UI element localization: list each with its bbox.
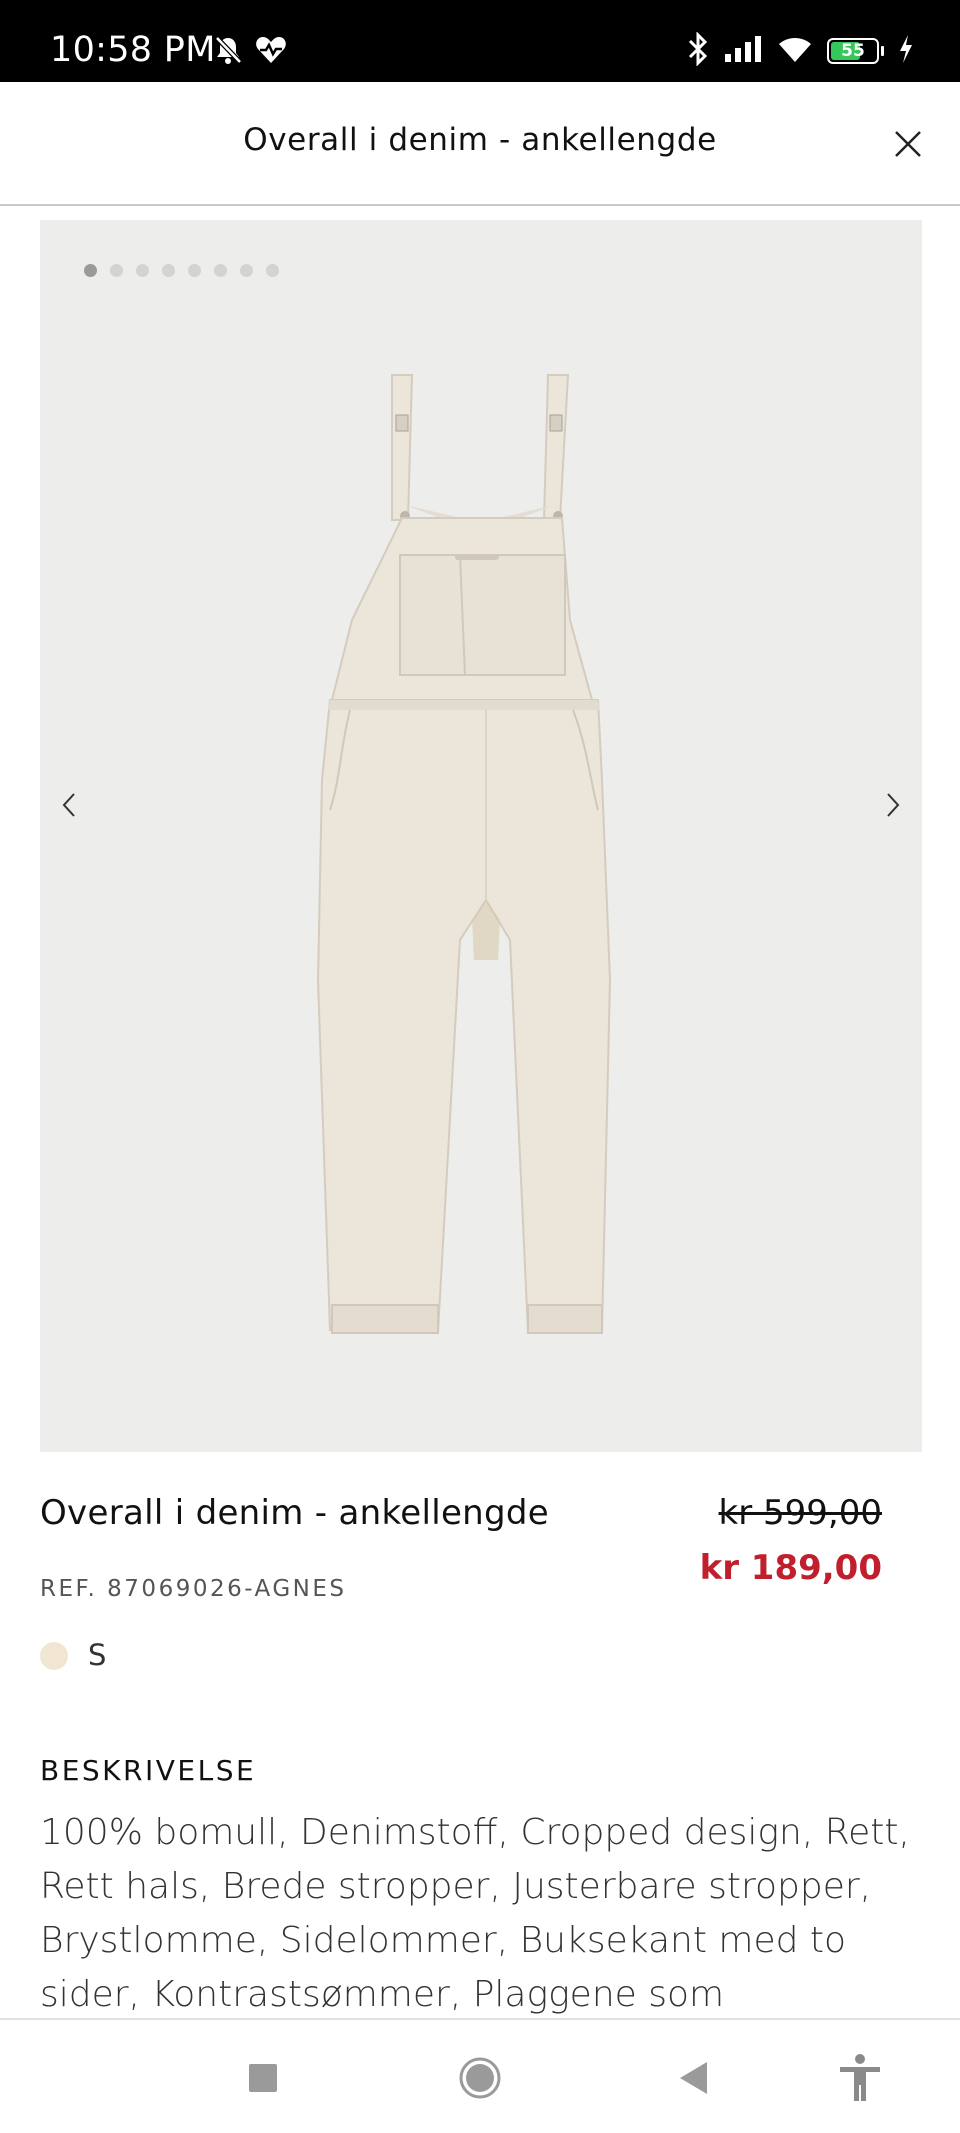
signal-icon	[723, 34, 763, 68]
product-name: Overall i denim - ankellengde	[40, 1493, 549, 1533]
system-nav-bar	[0, 2018, 960, 2133]
sale-price: kr 189,00	[699, 1548, 882, 1588]
product-reference: REF. 87069026-AGNES	[40, 1576, 347, 1602]
page-title: Overall i denim - ankellengde	[243, 122, 717, 158]
recents-icon	[249, 2064, 277, 2092]
carousel-dot[interactable]	[214, 264, 227, 277]
product-image	[316, 374, 612, 1334]
carousel-dot[interactable]	[162, 264, 175, 277]
battery-icon: 55	[827, 38, 879, 64]
color-swatch[interactable]	[40, 1642, 68, 1670]
close-icon	[895, 131, 921, 157]
charging-icon	[898, 34, 914, 68]
original-price: kr 599,00	[718, 1493, 882, 1533]
home-button[interactable]	[452, 2050, 508, 2106]
carousel-next-button[interactable]	[872, 785, 912, 825]
app-header: Overall i denim - ankellengde	[0, 82, 960, 206]
home-icon	[459, 2057, 501, 2099]
carousel-dot[interactable]	[266, 264, 279, 277]
size-label[interactable]: S	[88, 1638, 106, 1672]
mute-icon	[212, 34, 244, 70]
wifi-icon	[777, 34, 813, 68]
carousel-dot[interactable]	[84, 264, 97, 277]
status-right-icons: 55	[687, 31, 914, 70]
carousel-dots	[84, 264, 279, 277]
bluetooth-icon	[687, 31, 709, 70]
recents-button[interactable]	[235, 2050, 291, 2106]
status-left-icons	[212, 34, 288, 70]
accessibility-button[interactable]	[832, 2050, 888, 2106]
carousel-dot[interactable]	[110, 264, 123, 277]
carousel-prev-button[interactable]	[50, 785, 90, 825]
heart-rate-icon	[254, 34, 288, 70]
carousel-dot[interactable]	[136, 264, 149, 277]
battery-cap	[881, 46, 884, 56]
carousel-dot[interactable]	[240, 264, 253, 277]
close-button[interactable]	[890, 126, 926, 162]
status-bar: 10:58 PM 55	[0, 0, 960, 82]
chevron-left-icon	[62, 793, 75, 817]
chevron-right-icon	[887, 793, 900, 817]
description-heading: BESKRIVELSE	[40, 1754, 257, 1787]
carousel-dot[interactable]	[188, 264, 201, 277]
status-time: 10:58 PM	[50, 30, 216, 70]
battery-level: 55	[841, 41, 865, 61]
product-image-carousel[interactable]	[40, 220, 922, 1452]
description-text: 100% bomull, Denimstoff, Cropped design,…	[40, 1812, 910, 2015]
back-button[interactable]	[666, 2050, 722, 2106]
back-icon	[680, 2062, 707, 2094]
accessibility-icon	[840, 2054, 880, 2101]
